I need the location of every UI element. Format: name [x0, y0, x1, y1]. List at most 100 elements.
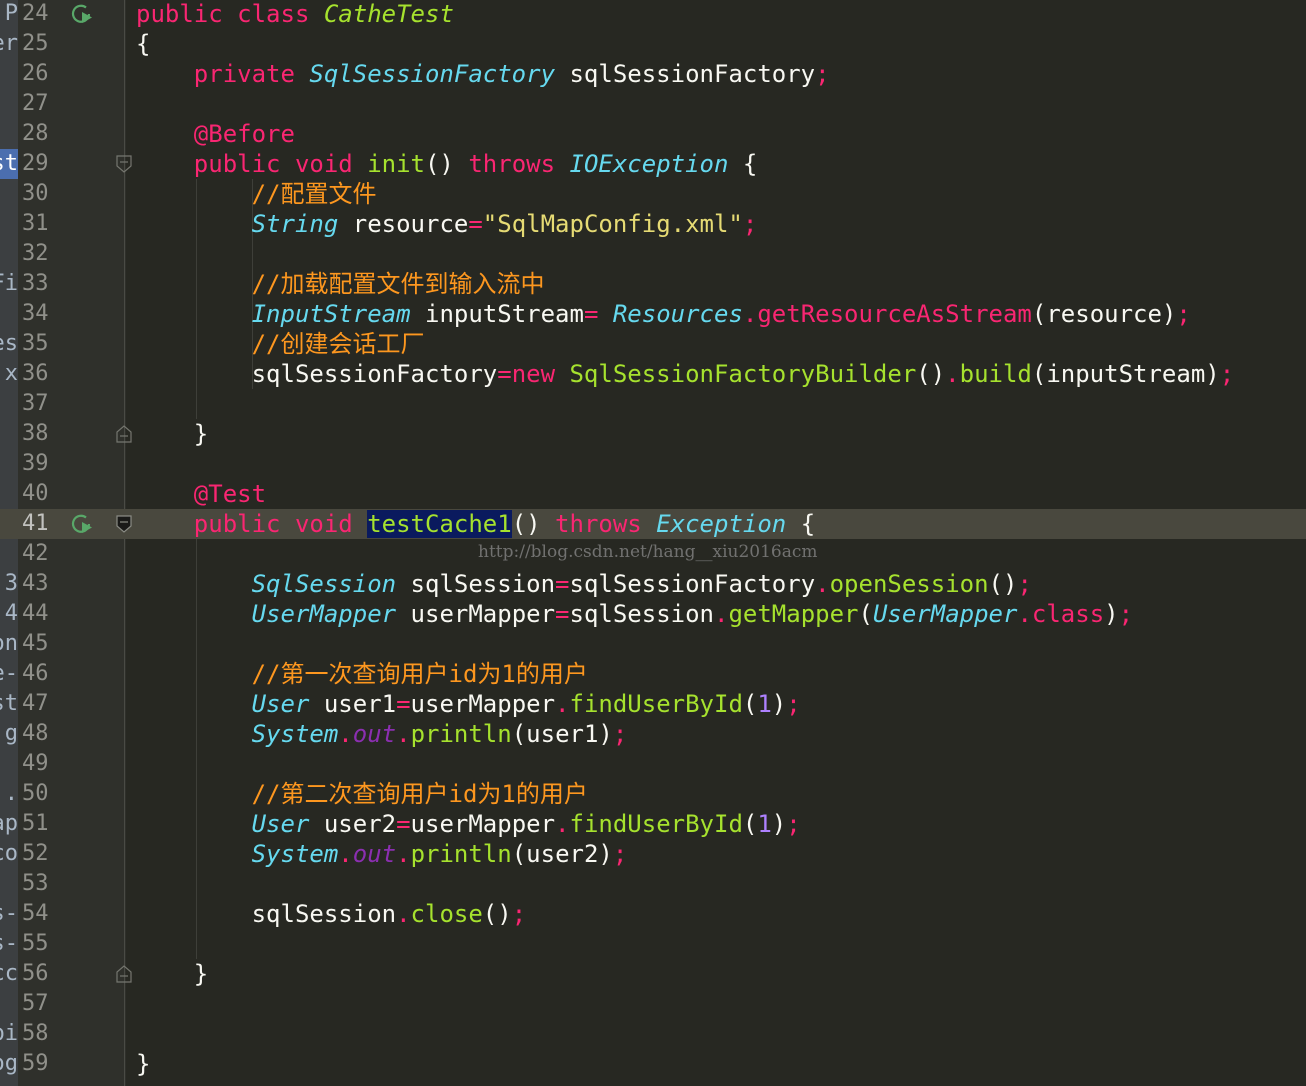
code-text[interactable]: //加载配置文件到输入流中: [136, 269, 545, 299]
code-token: InputStream: [251, 300, 411, 328]
code-text[interactable]: System.out.println(user1);: [136, 719, 628, 749]
code-token: .: [555, 690, 570, 718]
run-test-icon[interactable]: [70, 2, 94, 26]
code-line[interactable]: 44 UserMapper userMapper=sqlSession.getM…: [0, 599, 1306, 629]
code-text[interactable]: public void testCache1() throws Exceptio…: [136, 509, 815, 539]
code-line[interactable]: 56 }: [0, 959, 1306, 989]
code-text[interactable]: InputStream inputStream= Resources.getRe…: [136, 299, 1191, 329]
code-text[interactable]: public void init() throws IOException {: [136, 149, 758, 179]
code-line[interactable]: 36 sqlSessionFactory=new SqlSessionFacto…: [0, 359, 1306, 389]
code-token: (inputStream): [1031, 360, 1220, 388]
code-line[interactable]: 27: [0, 89, 1306, 119]
code-line[interactable]: 49: [0, 749, 1306, 779]
code-text[interactable]: //第二次查询用户id为1的用户: [136, 779, 588, 809]
code-token: System: [251, 720, 339, 748]
code-token: SqlSession: [251, 570, 397, 598]
code-text[interactable]: UserMapper userMapper=sqlSession.getMapp…: [136, 599, 1133, 629]
code-token: .: [396, 720, 411, 748]
fold-toggle-icon[interactable]: [116, 155, 132, 173]
code-line[interactable]: 32: [0, 239, 1306, 269]
line-number: 55: [22, 931, 49, 956]
code-text[interactable]: public class CatheTest: [136, 0, 454, 29]
fold-toggle-icon[interactable]: [116, 515, 132, 533]
code-text[interactable]: User user2=userMapper.findUserById(1);: [136, 809, 801, 839]
code-token: {: [728, 150, 758, 178]
code-token: }: [136, 1050, 151, 1078]
code-line[interactable]: 37: [0, 389, 1306, 419]
code-token: SqlSessionFactory: [309, 60, 556, 88]
run-test-icon[interactable]: [70, 512, 94, 536]
fold-end-icon[interactable]: [116, 965, 132, 983]
code-line[interactable]: 31 String resource="SqlMapConfig.xml";: [0, 209, 1306, 239]
code-token: ;: [1118, 600, 1134, 628]
code-line[interactable]: 54 sqlSession.close();: [0, 899, 1306, 929]
code-line[interactable]: 51 User user2=userMapper.findUserById(1)…: [0, 809, 1306, 839]
code-text[interactable]: {: [136, 29, 150, 59]
code-token: .: [396, 840, 411, 868]
line-number: 34: [22, 301, 49, 326]
code-line[interactable]: 52 System.out.println(user2);: [0, 839, 1306, 869]
code-line[interactable]: 39: [0, 449, 1306, 479]
code-line[interactable]: 50 //第二次查询用户id为1的用户: [0, 779, 1306, 809]
line-number: 45: [22, 631, 49, 656]
code-text[interactable]: //第一次查询用户id为1的用户: [136, 659, 588, 689]
code-line[interactable]: 40 @Test: [0, 479, 1306, 509]
code-token: //创建会话工厂: [251, 330, 425, 358]
code-token: findUserById: [569, 690, 743, 718]
code-text[interactable]: String resource="SqlMapConfig.xml";: [136, 209, 758, 239]
code-text[interactable]: SqlSession sqlSession=sqlSessionFactory.…: [136, 569, 1032, 599]
code-text[interactable]: //配置文件: [136, 179, 377, 209]
code-text[interactable]: @Before: [136, 119, 295, 149]
code-line[interactable]: 59}: [0, 1049, 1306, 1079]
code-text[interactable]: }: [136, 1049, 150, 1079]
code-line[interactable]: 45: [0, 629, 1306, 659]
code-line[interactable]: 29 public void init() throws IOException…: [0, 149, 1306, 179]
code-text[interactable]: User user1=userMapper.findUserById(1);: [136, 689, 801, 719]
code-line[interactable]: 41 public void testCache1() throws Excep…: [0, 509, 1306, 539]
code-line[interactable]: 25 {: [0, 29, 1306, 59]
code-line[interactable]: 48 System.out.println(user1);: [0, 719, 1306, 749]
code-line[interactable]: 28 @Before: [0, 119, 1306, 149]
code-token: sqlSessionFactory: [555, 60, 816, 88]
code-token: .: [742, 300, 758, 328]
code-line[interactable]: 58: [0, 1019, 1306, 1049]
line-number: 39: [22, 451, 49, 476]
code-text[interactable]: //创建会话工厂: [136, 329, 425, 359]
code-line[interactable]: 43 SqlSession sqlSession=sqlSessionFacto…: [0, 569, 1306, 599]
code-token: ;: [786, 810, 801, 838]
code-text[interactable]: @Test: [136, 479, 266, 509]
code-token: (: [858, 600, 873, 628]
code-token: UserMapper: [872, 600, 1018, 628]
code-line[interactable]: 30 //配置文件: [0, 179, 1306, 209]
code-line[interactable]: 24 public class CatheTest: [0, 0, 1306, 29]
code-token: System: [251, 840, 339, 868]
code-token: throws: [555, 510, 657, 538]
code-token: sqlSession: [569, 600, 715, 628]
code-token: String: [251, 210, 339, 238]
code-token: (resource): [1031, 300, 1177, 328]
line-number: 37: [22, 391, 49, 416]
code-line[interactable]: 38 }: [0, 419, 1306, 449]
code-line[interactable]: 26 private SqlSessionFactory sqlSessionF…: [0, 59, 1306, 89]
code-text[interactable]: }: [136, 959, 208, 989]
code-line[interactable]: 33 //加载配置文件到输入流中: [0, 269, 1306, 299]
code-text[interactable]: }: [136, 419, 208, 449]
code-line[interactable]: 55: [0, 929, 1306, 959]
code-token: @Test: [193, 480, 267, 508]
code-text[interactable]: private SqlSessionFactory sqlSessionFact…: [136, 59, 830, 89]
code-token: init: [367, 150, 425, 178]
code-text[interactable]: System.out.println(user2);: [136, 839, 628, 869]
code-text[interactable]: sqlSessionFactory=new SqlSessionFactoryB…: [136, 359, 1235, 389]
code-token: ): [771, 690, 787, 718]
code-line[interactable]: 34 InputStream inputStream= Resources.ge…: [0, 299, 1306, 329]
line-number: 38: [22, 421, 49, 446]
code-line[interactable]: 47 User user1=userMapper.findUserById(1)…: [0, 689, 1306, 719]
code-line[interactable]: 46 //第一次查询用户id为1的用户: [0, 659, 1306, 689]
code-line[interactable]: 57: [0, 989, 1306, 1019]
code-line[interactable]: 53: [0, 869, 1306, 899]
code-line[interactable]: 35 //创建会话工厂: [0, 329, 1306, 359]
code-text[interactable]: sqlSession.close();: [136, 899, 527, 929]
fold-end-icon[interactable]: [116, 425, 132, 443]
